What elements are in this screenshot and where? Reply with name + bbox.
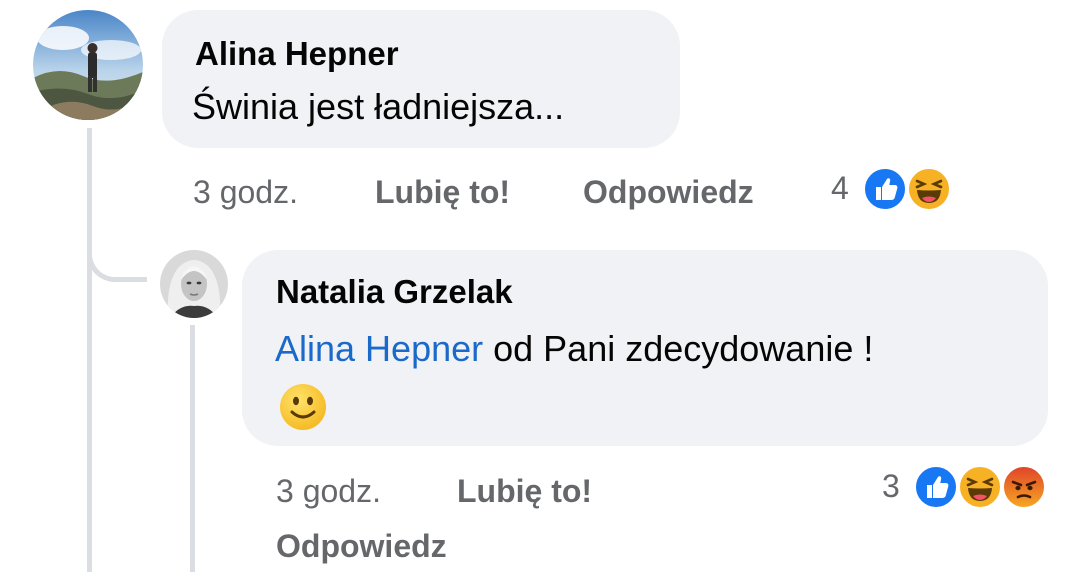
comment-text: Świnia jest ładniejsza... [192, 86, 565, 127]
thread-connector [87, 230, 147, 282]
reply-text: od Pani zdecydowanie ! [483, 328, 874, 369]
reply-author[interactable]: Natalia Grzelak [276, 272, 513, 312]
haha-icon [957, 464, 1003, 510]
avatar-natalia[interactable] [160, 250, 228, 318]
comment-bubble: Alina Hepner Świnia jest ładniejsza... [162, 10, 680, 148]
slightly-smiling-face-icon [278, 382, 328, 432]
comment-author[interactable]: Alina Hepner [195, 34, 399, 74]
avatar-photo [160, 250, 228, 318]
haha-icon [906, 166, 952, 212]
comment-like-button[interactable]: Lubię to! [375, 172, 510, 212]
angry-icon [1001, 464, 1047, 510]
reply-text-line: Alina Hepner od Pani zdecydowanie ! [275, 326, 873, 372]
reply-bubble: Natalia Grzelak Alina Hepner od Pani zde… [242, 250, 1048, 446]
reply-reply-button[interactable]: Odpowiedz [276, 526, 447, 566]
comment-time[interactable]: 3 godz. [193, 172, 298, 212]
like-icon [862, 166, 908, 212]
avatar-photo [33, 10, 143, 120]
comment-reply-button[interactable]: Odpowiedz [583, 172, 754, 212]
comment-reaction-count[interactable]: 4 [831, 168, 849, 208]
mention-link[interactable]: Alina Hepner [275, 328, 483, 369]
avatar-alina[interactable] [33, 10, 143, 120]
reply-like-button[interactable]: Lubię to! [457, 471, 592, 511]
like-icon [913, 464, 959, 510]
thread-line-main [87, 128, 92, 572]
reply-time[interactable]: 3 godz. [276, 471, 381, 511]
reply-reaction-count[interactable]: 3 [882, 466, 900, 506]
thread-line-reply [190, 325, 195, 572]
